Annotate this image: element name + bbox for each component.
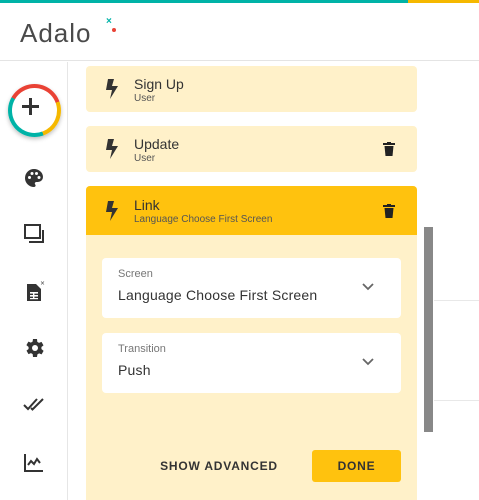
plus-icon-vertical — [29, 98, 32, 115]
double-check-icon — [23, 398, 44, 411]
transition-select-label: Transition — [118, 343, 166, 355]
analytics-button[interactable] — [22, 450, 46, 474]
gear-icon — [26, 339, 44, 357]
settings-button[interactable] — [22, 336, 46, 360]
app-canvas[interactable] — [434, 62, 479, 500]
trash-icon[interactable] — [383, 204, 395, 218]
action-title: Update — [134, 136, 180, 152]
publish-button[interactable] — [22, 392, 46, 416]
action-subtitle: Language Choose First Screen — [134, 214, 273, 225]
lightning-icon — [106, 139, 118, 159]
logo-dot — [112, 28, 116, 32]
chevron-down-icon — [362, 358, 374, 366]
add-button-inner — [12, 88, 57, 133]
left-toolbar: × — [0, 62, 68, 500]
done-button[interactable]: DONE — [312, 450, 401, 482]
canvas-divider — [434, 300, 479, 301]
screen-select-value: Language Choose First Screen — [118, 287, 318, 303]
database-button[interactable]: × — [22, 280, 46, 304]
action-card-link-expanded: Link Language Choose First Screen Screen… — [86, 186, 417, 500]
logo-text: Adalo — [20, 18, 92, 48]
action-title: Link — [134, 197, 160, 213]
branding-button[interactable] — [22, 166, 46, 190]
logo-spark-icon: × — [106, 16, 112, 27]
app-header: Adalo × — [0, 3, 479, 61]
transition-select[interactable]: Transition Push — [102, 333, 401, 393]
show-advanced-button[interactable]: SHOW ADVANCED — [158, 450, 280, 482]
action-card-update[interactable]: Update User — [86, 126, 417, 172]
chevron-down-icon — [362, 283, 374, 291]
action-card-link-header[interactable]: Link Language Choose First Screen — [86, 186, 417, 235]
database-icon: × — [27, 280, 45, 301]
screens-icon — [24, 224, 44, 243]
screen-select[interactable]: Screen Language Choose First Screen — [102, 258, 401, 318]
action-title: Sign Up — [134, 76, 184, 92]
screens-button[interactable] — [22, 222, 46, 246]
svg-text:×: × — [40, 280, 45, 287]
lightning-icon — [106, 79, 118, 99]
lightning-icon — [106, 201, 118, 221]
action-subtitle: User — [134, 93, 156, 104]
screen-select-label: Screen — [118, 268, 153, 280]
action-subtitle: User — [134, 153, 156, 164]
palette-icon — [25, 169, 43, 187]
action-card-sign-up[interactable]: Sign Up User — [86, 66, 417, 112]
add-component-button[interactable] — [8, 84, 61, 137]
analytics-icon — [24, 454, 43, 472]
trash-icon[interactable] — [383, 142, 395, 156]
actions-panel: Sign Up User Update User Link Language C… — [70, 62, 434, 500]
panel-scrollbar-thumb[interactable] — [424, 227, 433, 432]
transition-select-value: Push — [118, 362, 151, 378]
canvas-divider — [434, 400, 479, 401]
